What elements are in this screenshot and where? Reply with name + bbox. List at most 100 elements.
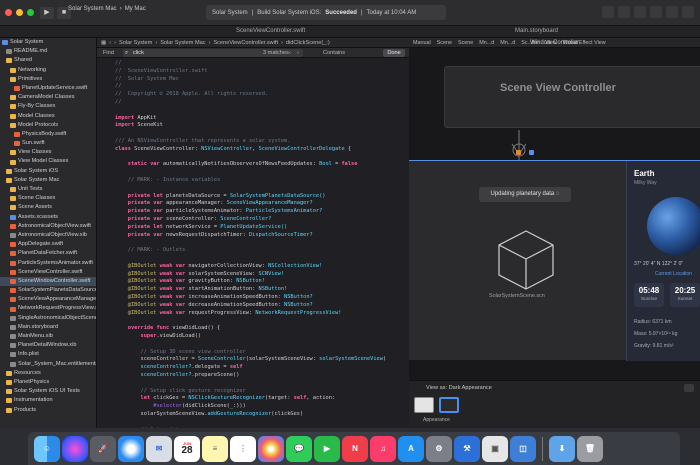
find-contains-option[interactable]: Contains (323, 50, 345, 56)
grid-icon[interactable]: ▦ (101, 40, 106, 46)
navigator-item[interactable]: Scene Classes (0, 194, 96, 203)
preview-window-icon[interactable]: ◫ (510, 435, 536, 462)
navigator-item[interactable]: Products (0, 406, 96, 415)
run-button[interactable]: ▶ (40, 6, 54, 19)
dark-appearance-thumb[interactable] (439, 397, 459, 413)
photos-icon[interactable] (258, 435, 284, 462)
navigator-item[interactable]: Model Protocols (0, 121, 96, 130)
navigator-item[interactable]: Fly-By Classes (0, 102, 96, 111)
navigator-item[interactable]: ParticleSystemsAnimator.swift (0, 259, 96, 268)
facetime-icon[interactable]: ▶ (314, 435, 340, 462)
navigator-item[interactable]: Solar_System_Mac.entitlements (0, 360, 96, 369)
downloads-icon[interactable]: ⬇ (549, 435, 575, 462)
navigator-item[interactable]: SolarSystemPlanetsDataSource.swift (0, 286, 96, 295)
navigator-item[interactable]: Assets.xcassets (0, 213, 96, 222)
navigator-item[interactable]: Networking (0, 66, 96, 75)
find-done-button[interactable]: Done (383, 49, 405, 57)
navigator-item[interactable]: SceneWindowController.swift (0, 276, 96, 287)
navigator-item[interactable]: Main.storyboard (0, 323, 96, 332)
editor-layout-icon[interactable] (634, 6, 646, 18)
navigator-item[interactable]: MainMenu.xib (0, 332, 96, 341)
minimize-window-icon[interactable] (16, 9, 23, 16)
planet-name: Earth (634, 169, 655, 178)
tab-scene-view-controller[interactable]: SceneViewController.swift (236, 28, 305, 34)
navigator-item[interactable]: Scene Assets (0, 203, 96, 212)
navigator-item[interactable]: PlanetDataFetcher.swift (0, 249, 96, 258)
light-appearance-thumb[interactable] (414, 397, 434, 413)
xcode-icon[interactable]: ⚒ (454, 435, 480, 462)
code-area[interactable]: //// SceneViewController.swift// Solar S… (97, 58, 409, 428)
navigator-item[interactable]: Sun.swift (0, 139, 96, 148)
navigator-item-label: NetworkRequestProgressView.swift (18, 305, 97, 312)
inspector-toggle-icon[interactable] (682, 6, 694, 18)
navigator-item[interactable]: README.md (0, 47, 96, 56)
navigator-item[interactable]: Solar System iOS (0, 167, 96, 176)
scheme-selector[interactable]: Solar System Mac › My Mac (68, 6, 146, 12)
navigator-item[interactable]: AppDelegate.swift (0, 240, 96, 249)
current-location-link[interactable]: Current Location (655, 271, 692, 277)
music-icon[interactable]: ♫ (370, 435, 396, 462)
navigator-item[interactable]: Primitives (0, 75, 96, 84)
navigator-item[interactable]: NetworkRequestProgressView.swift (0, 304, 96, 313)
siri-icon[interactable] (62, 435, 88, 462)
navigator-item[interactable]: SceneViewController.swift (0, 268, 96, 277)
navigator-item[interactable]: Model Classes (0, 112, 96, 121)
debug-toggle-icon[interactable] (666, 6, 678, 18)
navigator-item[interactable]: Solar System iOS UI Tests (0, 387, 96, 396)
close-window-icon[interactable] (5, 9, 12, 16)
navigator-item[interactable]: Unit Tests (0, 185, 96, 194)
back-icon[interactable]: ‹ (109, 40, 111, 46)
jump-item[interactable]: Solar System Mac (160, 40, 205, 46)
jump-item[interactable]: SceneViewController.swift (213, 40, 278, 46)
find-mode[interactable]: Find (103, 50, 114, 56)
interface-builder-canvas[interactable]: Manual Scene Scene Mn...d Mn...d Sc...ll… (409, 38, 700, 428)
library-icon[interactable] (602, 6, 614, 18)
scene-window[interactable]: Updating planetary data ◌ SolarSystemSce… (409, 160, 700, 361)
messages-icon[interactable]: 💬 (286, 435, 312, 462)
navigator-item[interactable]: Shared (0, 56, 96, 65)
finder-icon[interactable]: ☺ (34, 435, 60, 462)
jump-item[interactable]: didClickScene(_:) (286, 40, 330, 46)
navigator-item-label: CameraModel Classes (18, 94, 75, 101)
navigator-item[interactable]: Info.plist (0, 350, 96, 359)
navigator-item[interactable]: PhysicsBody.swift (0, 130, 96, 139)
navigator-item[interactable]: View Classes (0, 148, 96, 157)
safari-icon[interactable]: ✦ (118, 435, 144, 462)
tab-main-storyboard[interactable]: Main.storyboard (515, 28, 558, 34)
calendar-icon[interactable]: JUN 28 (174, 435, 200, 462)
navigator-item[interactable]: Solar System Mac (0, 176, 96, 185)
navigator-item[interactable]: PlanetPhysics (0, 378, 96, 387)
navigator-item[interactable]: SceneViewAppearanceManager.swift (0, 295, 96, 304)
navigator-item[interactable]: CameraModel Classes (0, 93, 96, 102)
find-next-icon[interactable]: › (297, 50, 299, 56)
view-controller-icon[interactable] (529, 150, 534, 155)
reminders-icon[interactable]: ⋮ (230, 435, 256, 462)
news-icon[interactable]: N (342, 435, 368, 462)
preview-icon[interactable]: ▣ (482, 435, 508, 462)
system-preferences-icon[interactable]: ⚙ (426, 435, 452, 462)
trash-icon[interactable]: 🗑 (577, 435, 603, 462)
notes-icon[interactable]: ≡ (202, 435, 228, 462)
navigator-item[interactable]: Instrumentation (0, 396, 96, 405)
navigator-item[interactable]: PlanetDetailWindow.xib (0, 341, 96, 350)
navigator-item[interactable]: Solar System (0, 38, 96, 47)
first-responder-icon[interactable] (516, 150, 521, 155)
navigator-item[interactable]: SingleAstronomicalObjectScene.scn (0, 314, 96, 323)
editor-jump-bar[interactable]: ▦ ‹ › Solar System › Solar System Mac › Sc… (97, 38, 409, 48)
app-store-icon[interactable]: A (398, 435, 424, 462)
launchpad-icon[interactable]: 🚀 (90, 435, 116, 462)
navigator-toggle-icon[interactable] (650, 6, 662, 18)
jump-item[interactable]: Solar System (119, 40, 152, 46)
scene-view-controller-box[interactable]: Scene View Controller (444, 66, 700, 128)
navigator-item[interactable]: AstronomicalObjectView.swift (0, 222, 96, 231)
forward-icon[interactable]: › (114, 40, 116, 46)
code-review-icon[interactable] (618, 6, 630, 18)
navigator-item[interactable]: AstronomicalObjectView.xib (0, 231, 96, 240)
find-previous-icon[interactable]: ‹ (289, 50, 291, 56)
navigator-item[interactable]: View Model Classes (0, 157, 96, 166)
mail-icon[interactable]: ✉ (146, 435, 172, 462)
navigator-item[interactable]: Resources (0, 369, 96, 378)
navigator-item[interactable]: PlanetUpdateService.swift (0, 84, 96, 93)
device-toggle-icon[interactable] (684, 384, 694, 392)
zoom-window-icon[interactable] (27, 9, 34, 16)
